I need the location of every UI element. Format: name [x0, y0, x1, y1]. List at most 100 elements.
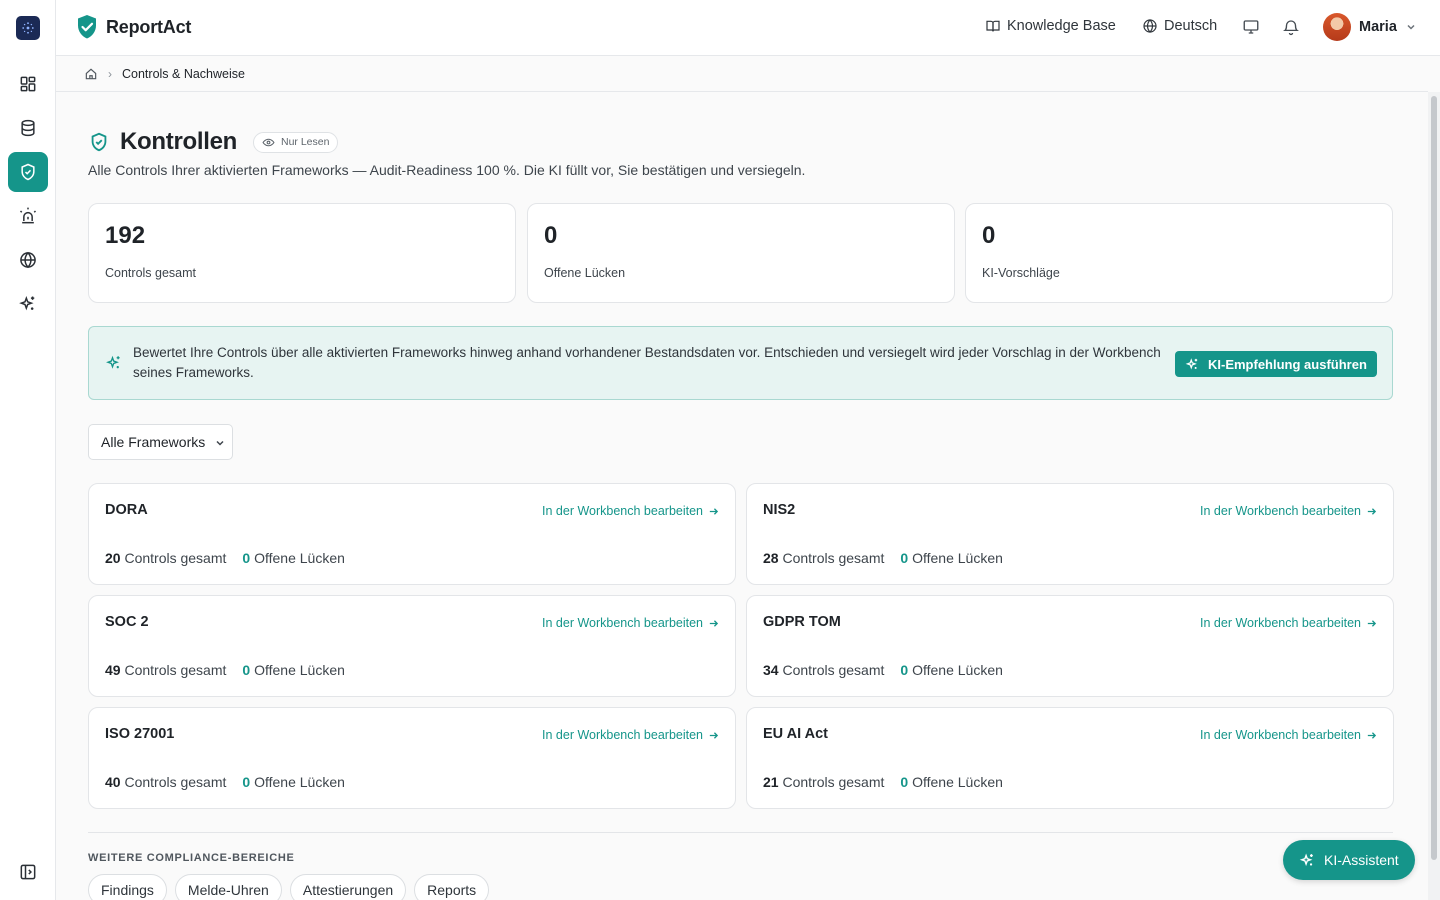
nav-controls-button[interactable]	[8, 152, 48, 192]
shield-check-icon	[91, 132, 107, 152]
controls-count: 49	[105, 662, 121, 678]
stat-value: 0	[982, 222, 996, 249]
framework-stats: 21 Controls gesamt 0 Offene Lücken	[763, 774, 1003, 790]
language-selector[interactable]: Deutsch	[1142, 18, 1217, 34]
gaps-label: Offene Lücken	[912, 774, 1003, 790]
controls-count: 20	[105, 550, 121, 566]
stat-label: Controls gesamt	[105, 266, 197, 280]
arrow-right-icon	[1367, 731, 1377, 739]
chevron-right-icon: ›	[108, 66, 112, 81]
chevron-down-icon	[216, 440, 224, 446]
gaps-label: Offene Lücken	[912, 662, 1003, 678]
read-only-badge: Nur Lesen	[253, 131, 339, 153]
book-icon	[986, 20, 1000, 32]
framework-name: SOC 2	[105, 614, 149, 630]
brand-name: ReportAct	[106, 16, 192, 37]
framework-name: GDPR TOM	[763, 614, 841, 630]
brand[interactable]: ReportAct	[76, 14, 191, 40]
sparkles-icon	[19, 295, 35, 311]
scrollbar[interactable]	[1428, 92, 1440, 900]
pill-melde-uhren[interactable]: Melde-Uhren	[174, 874, 282, 900]
gaps-count: 0	[900, 550, 909, 566]
link-label: In der Workbench bearbeiten	[542, 728, 703, 742]
sparkles-icon	[1299, 852, 1313, 866]
framework-card-gdpr-tom: GDPR TOM In der Workbench bearbeiten 34 …	[746, 595, 1394, 697]
sidebar-rail	[0, 0, 56, 900]
pill-reports[interactable]: Reports	[414, 874, 490, 900]
arrow-right-icon	[1367, 619, 1377, 627]
page-header: Kontrollen Nur Lesen	[88, 128, 339, 156]
workbench-link[interactable]: In der Workbench bearbeiten	[542, 616, 719, 630]
gaps-count: 0	[242, 662, 251, 678]
shield-check-icon	[21, 163, 35, 181]
controls-count: 40	[105, 774, 121, 790]
gaps-count: 0	[242, 550, 251, 566]
knowledge-base-label: Knowledge Base	[1007, 18, 1116, 34]
compliance-area-links: Findings Melde-Uhren Attestierungen Repo…	[88, 874, 490, 900]
framework-stats: 28 Controls gesamt 0 Offene Lücken	[763, 550, 1003, 566]
ai-assistant-button[interactable]: KI-Assistent	[1283, 840, 1415, 880]
arrow-right-icon	[709, 619, 719, 627]
collapse-sidebar-button[interactable]	[8, 852, 48, 892]
nav-ai-button[interactable]	[8, 284, 48, 324]
breadcrumb: › Controls & Nachweise	[56, 56, 1428, 92]
nav-global-button[interactable]	[8, 240, 48, 280]
workbench-link[interactable]: In der Workbench bearbeiten	[542, 504, 719, 518]
display-button[interactable]	[1242, 18, 1260, 41]
globe-icon	[1143, 19, 1157, 33]
workbench-link[interactable]: In der Workbench bearbeiten	[1200, 504, 1377, 518]
framework-stats: 20 Controls gesamt 0 Offene Lücken	[105, 550, 345, 566]
nav-alerts-button[interactable]	[8, 196, 48, 236]
controls-count: 21	[763, 774, 779, 790]
link-label: In der Workbench bearbeiten	[1200, 728, 1361, 742]
stat-label: KI-Vorschläge	[982, 266, 1060, 280]
chevron-down-icon	[1407, 24, 1415, 30]
app-logo-icon[interactable]	[16, 16, 40, 40]
notifications-button[interactable]	[1282, 18, 1300, 41]
section-divider	[88, 832, 1393, 833]
link-label: In der Workbench bearbeiten	[542, 504, 703, 518]
pill-findings[interactable]: Findings	[88, 874, 167, 900]
link-label: In der Workbench bearbeiten	[1200, 504, 1361, 518]
button-label: KI-Empfehlung ausführen	[1208, 356, 1367, 372]
controls-count: 34	[763, 662, 779, 678]
pill-attestierungen[interactable]: Attestierungen	[289, 874, 407, 900]
home-icon[interactable]	[84, 67, 98, 81]
run-ai-recommendation-button[interactable]: KI-Empfehlung ausführen	[1175, 351, 1377, 377]
shield-logo-icon	[78, 15, 96, 39]
controls-label: Controls gesamt	[124, 662, 227, 678]
page-title: Kontrollen	[120, 128, 237, 155]
controls-label: Controls gesamt	[782, 550, 885, 566]
nav-data-button[interactable]	[8, 108, 48, 148]
arrow-right-icon	[1367, 507, 1377, 515]
scrollbar-thumb[interactable]	[1431, 96, 1437, 860]
monitor-icon	[1243, 20, 1259, 34]
eye-icon	[262, 138, 275, 146]
framework-name: EU AI Act	[763, 726, 828, 742]
gaps-count: 0	[900, 774, 909, 790]
framework-card-nis2: NIS2 In der Workbench bearbeiten 28 Cont…	[746, 483, 1394, 585]
framework-card-soc2: SOC 2 In der Workbench bearbeiten 49 Con…	[88, 595, 736, 697]
section-heading: WEITERE COMPLIANCE-BEREICHE	[88, 852, 295, 864]
page-subtitle: Alle Controls Ihrer aktivierten Framewor…	[88, 162, 806, 178]
sidebar-toggle-icon	[20, 864, 36, 880]
stat-value: 192	[105, 222, 146, 249]
stat-card-gaps: 0 Offene Lücken	[527, 203, 955, 303]
language-label: Deutsch	[1164, 18, 1218, 34]
workbench-link[interactable]: In der Workbench bearbeiten	[542, 728, 719, 742]
stat-value: 0	[544, 222, 558, 249]
select-value: Alle Frameworks	[101, 434, 206, 450]
workbench-link[interactable]: In der Workbench bearbeiten	[1200, 728, 1377, 742]
assistant-label: KI-Assistent	[1324, 852, 1399, 868]
knowledge-base-link[interactable]: Knowledge Base	[985, 18, 1116, 34]
sparkles-icon	[105, 354, 123, 377]
nav-dashboard-button[interactable]	[8, 64, 48, 104]
user-menu[interactable]: Maria	[1323, 13, 1417, 41]
workbench-link[interactable]: In der Workbench bearbeiten	[1200, 616, 1377, 630]
breadcrumb-current: Controls & Nachweise	[122, 66, 245, 81]
link-label: In der Workbench bearbeiten	[1200, 616, 1361, 630]
framework-filter-select[interactable]: Alle Frameworks	[88, 424, 233, 460]
framework-stats: 49 Controls gesamt 0 Offene Lücken	[105, 662, 345, 678]
controls-label: Controls gesamt	[124, 774, 227, 790]
gaps-label: Offene Lücken	[254, 550, 345, 566]
